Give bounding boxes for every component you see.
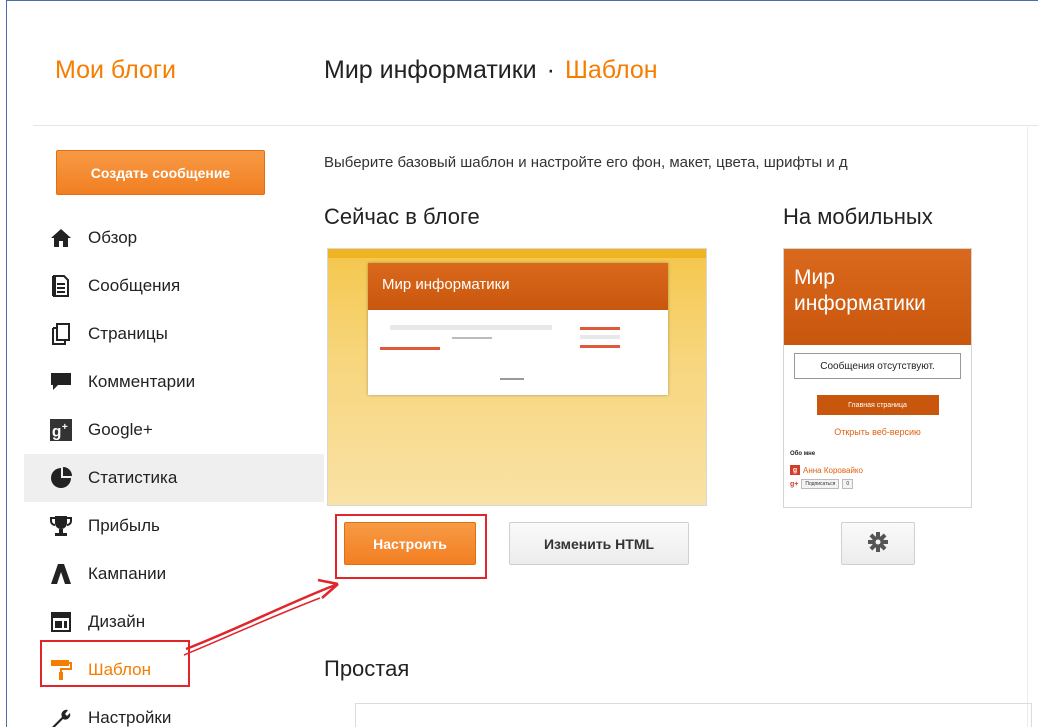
mobile-about-label: Обо мне: [790, 451, 816, 457]
blog-name[interactable]: Мир информатики: [324, 56, 537, 84]
page-title: Мир информатики · Шаблон: [324, 56, 658, 85]
sidebar-item-label: Статистика: [88, 468, 178, 487]
create-post-button[interactable]: Создать сообщение: [56, 150, 265, 195]
google-plus-small-icon: g+: [790, 480, 799, 488]
section-name: Шаблон: [564, 56, 658, 84]
sidebar-item-label: Настройки: [88, 708, 172, 727]
svg-text:+: +: [62, 422, 68, 433]
campaigns-icon: [50, 563, 72, 585]
preview-line: [500, 378, 524, 380]
preview-line: [452, 337, 492, 339]
preview-navbar: [328, 249, 706, 258]
sidebar-item-earnings[interactable]: Прибыль: [24, 502, 324, 550]
preview-line: [580, 327, 620, 330]
template-description: Выберите базовый шаблон и настройте его …: [324, 154, 848, 171]
google-plus-icon: g +: [50, 419, 72, 441]
svg-text:g: g: [52, 423, 62, 440]
sidebar-item-comments[interactable]: Комментарии: [24, 358, 324, 406]
sidebar-item-label: Сообщения: [88, 276, 181, 295]
trophy-icon: [50, 515, 72, 537]
sidebar-item-label: Комментарии: [88, 372, 196, 391]
sidebar-item-layout[interactable]: Дизайн: [24, 598, 324, 646]
mobile-author: g Анна Коровайко: [790, 465, 971, 475]
customize-highlight-box: [335, 514, 487, 579]
sidebar-item-label: Кампании: [88, 564, 167, 583]
mobile-subscribe-count: 0: [842, 479, 854, 489]
simple-template-heading: Простая: [324, 656, 410, 681]
simple-template-panel: [355, 703, 1032, 727]
stats-icon: [50, 467, 72, 489]
template-highlight-box: [40, 640, 190, 687]
desktop-template-preview[interactable]: Мир информатики: [327, 248, 707, 506]
mobile-template-preview[interactable]: Мир информатики Сообщения отсутствуют. Г…: [783, 248, 972, 508]
header-divider: [33, 125, 1038, 126]
preview-line: [580, 335, 620, 339]
sidebar-item-campaigns[interactable]: Кампании: [24, 550, 324, 598]
mobile-heading: На мобильных: [783, 204, 933, 229]
sidebar-item-overview[interactable]: Обзор: [24, 214, 324, 262]
scroll-edge: [1027, 125, 1038, 727]
mobile-author-name: Анна Коровайко: [803, 465, 863, 475]
wrench-icon: [50, 707, 72, 727]
title-separator: ·: [546, 56, 555, 84]
sidebar-item-label: Дизайн: [88, 612, 146, 631]
edit-html-button[interactable]: Изменить HTML: [509, 522, 689, 565]
sidebar-item-label: Google+: [88, 420, 153, 439]
gear-icon: [867, 531, 889, 556]
sidebar-item-stats[interactable]: Статистика: [24, 454, 324, 502]
mobile-subscribe-button: Подписаться: [801, 479, 840, 489]
sidebar-item-posts[interactable]: Сообщения: [24, 262, 324, 310]
mobile-home-button: Главная страница: [816, 395, 939, 415]
mobile-subscribe-row: g+ Подписаться 0: [790, 479, 971, 489]
my-blogs-link[interactable]: Мои блоги: [55, 56, 176, 85]
preview-line: [580, 345, 620, 348]
posts-icon: [50, 275, 72, 297]
mobile-web-version-link: Открыть веб-версию: [834, 427, 921, 437]
sidebar-item-label: Обзор: [88, 228, 138, 247]
preview-card: Мир информатики: [368, 263, 668, 395]
mobile-no-posts: Сообщения отсутствуют.: [794, 353, 961, 379]
layout-icon: [50, 611, 72, 633]
current-blog-heading: Сейчас в блоге: [324, 204, 480, 229]
preview-line: [390, 325, 552, 330]
mobile-settings-button[interactable]: [841, 522, 915, 565]
pages-icon: [50, 323, 72, 345]
home-icon: [50, 227, 72, 249]
comments-icon: [50, 371, 72, 393]
sidebar-item-label: Прибыль: [88, 516, 160, 535]
mobile-blog-title: Мир информатики: [784, 249, 971, 345]
sidebar-item-google-plus[interactable]: g + Google+: [24, 406, 324, 454]
preview-blog-title: Мир информатики: [368, 263, 668, 310]
sidebar-item-pages[interactable]: Страницы: [24, 310, 324, 358]
preview-line: [380, 347, 440, 350]
sidebar-item-label: Страницы: [88, 324, 168, 343]
google-plus-badge-icon: g: [790, 465, 800, 475]
sidebar-item-settings[interactable]: Настройки: [24, 694, 324, 727]
